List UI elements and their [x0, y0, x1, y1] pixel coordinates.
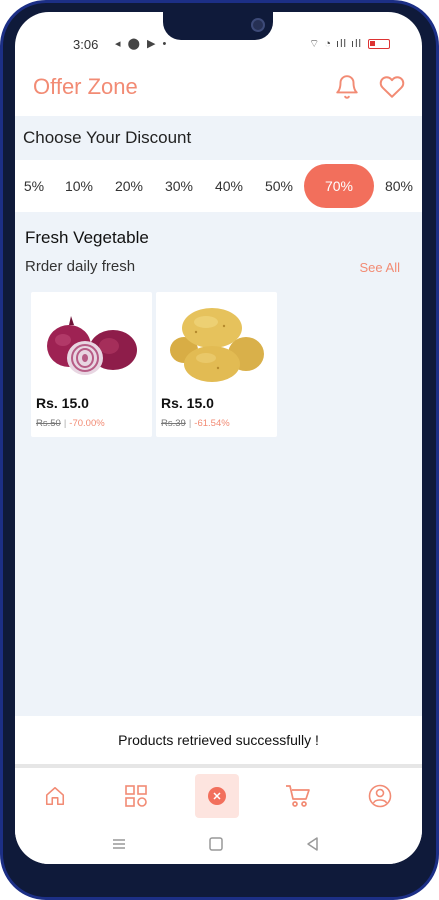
home-square-icon[interactable]: [206, 834, 226, 854]
back-icon[interactable]: [303, 834, 323, 854]
product-meta: Rs.39 | -61.54%: [161, 418, 230, 429]
page-title: Offer Zone: [33, 74, 138, 99]
categories-icon: [125, 785, 147, 807]
nav-categories[interactable]: [114, 774, 158, 818]
potato-image: [170, 308, 264, 382]
offer-icon: [208, 787, 226, 805]
notch: [163, 12, 273, 40]
nav-home[interactable]: [33, 774, 77, 818]
cart-icon: [286, 785, 310, 807]
product-price: Rs. 15.0: [36, 395, 89, 411]
discount-percent: -61.54%: [194, 418, 230, 429]
product-card[interactable]: Rs. 15.0 Rs.39 | -61.54%: [156, 292, 277, 437]
product-card[interactable]: Rs. 15.0 Rs.50 | -70.00%: [31, 292, 152, 437]
onion-image: [47, 316, 137, 375]
profile-icon: [368, 784, 392, 808]
product-meta: Rs.50 | -70.00%: [36, 418, 105, 429]
old-price: Rs.50: [36, 418, 61, 429]
nav-profile[interactable]: [358, 774, 402, 818]
notification-icons: ◂ ⬤ ▶ •: [115, 38, 169, 50]
toast-message: Products retrieved successfully !: [15, 716, 422, 764]
nav-cart[interactable]: [276, 774, 320, 818]
discount-title: Choose Your Discount: [23, 128, 192, 147]
menu-icon[interactable]: [109, 834, 129, 854]
section-subtitle: Rrder daily fresh: [25, 258, 136, 275]
battery-icon: [368, 39, 390, 49]
discount-selector: 5% 10% 20% 30% 40% 50% 70% 80%: [15, 160, 422, 212]
nav-offer[interactable]: [195, 774, 239, 818]
see-all-link[interactable]: See All: [360, 260, 400, 275]
toast-text: Products retrieved successfully !: [118, 732, 319, 748]
discount-percent: -70.00%: [69, 418, 105, 429]
heart-icon[interactable]: [378, 74, 406, 100]
system-nav: [15, 824, 422, 864]
main-content: Choose Your Discount 5% 10% 20% 30% 40% …: [15, 116, 422, 716]
home-icon: [45, 786, 65, 806]
signal-icons: ⌔ ◔ ıll ıll: [308, 38, 362, 50]
status-time: 3:06: [73, 37, 99, 52]
bottom-nav: [15, 768, 422, 824]
section-title: Fresh Vegetable: [25, 228, 149, 247]
phone-screen: 3:06 ◂ ⬤ ▶ • ⌔ ◔ ıll ıll Offer Zone Choo…: [15, 12, 422, 864]
camera-icon: [251, 18, 265, 32]
app-header: Offer Zone: [15, 60, 422, 116]
discount-chip[interactable]: 80%: [364, 164, 422, 208]
bell-icon[interactable]: [334, 74, 360, 100]
product-price: Rs. 15.0: [161, 395, 214, 411]
old-price: Rs.39: [161, 418, 186, 429]
